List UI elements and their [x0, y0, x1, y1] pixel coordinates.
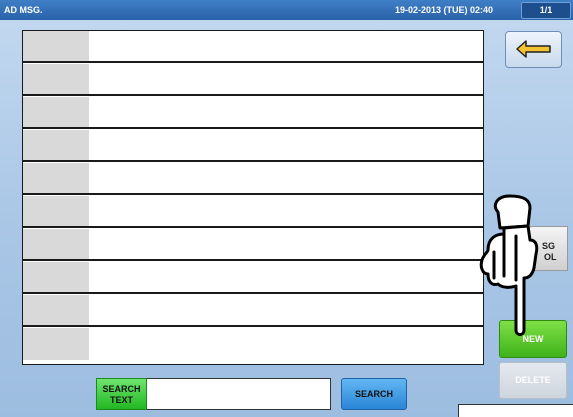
list-row[interactable] — [23, 262, 483, 294]
page-indicator: 1/1 — [521, 2, 571, 19]
list-row[interactable] — [23, 64, 483, 96]
list-row[interactable] — [23, 97, 483, 129]
row-code-cell — [23, 31, 89, 61]
list-row[interactable] — [23, 130, 483, 162]
message-list — [22, 30, 484, 365]
list-row[interactable] — [23, 196, 483, 228]
row-code-cell — [23, 328, 89, 360]
row-text-cell — [89, 163, 483, 193]
row-code-cell — [23, 196, 89, 226]
corner-box — [458, 404, 573, 417]
search-text-label: SEARCH TEXT — [96, 378, 147, 410]
title-bar: AD MSG. 19-02-2013 (TUE) 02:40 1/1 — [0, 0, 573, 20]
list-row[interactable] — [23, 328, 483, 360]
list-row[interactable] — [23, 229, 483, 261]
back-button[interactable] — [505, 31, 562, 68]
row-text-cell — [89, 97, 483, 127]
search-label-line-2: TEXT — [109, 395, 133, 405]
row-text-cell — [89, 328, 483, 360]
search-input[interactable] — [147, 378, 331, 410]
new-button[interactable]: NEW — [499, 320, 567, 358]
partial-button-label-1: SG — [542, 241, 556, 251]
row-text-cell — [89, 295, 483, 325]
list-row[interactable] — [23, 31, 483, 63]
row-text-cell — [89, 130, 483, 160]
row-code-cell — [23, 97, 89, 127]
screen: AD MSG. 19-02-2013 (TUE) 02:40 1/1 SG OL… — [0, 0, 573, 417]
row-code-cell — [23, 262, 89, 292]
list-row[interactable] — [23, 295, 483, 327]
row-code-cell — [23, 130, 89, 160]
row-text-cell — [89, 262, 483, 292]
delete-button[interactable]: DELETE — [499, 362, 567, 399]
row-code-cell — [23, 295, 89, 325]
search-button[interactable]: SEARCH — [341, 378, 407, 410]
row-text-cell — [89, 229, 483, 259]
row-code-cell — [23, 229, 89, 259]
search-label-line-1: SEARCH — [102, 384, 141, 394]
row-text-cell — [89, 196, 483, 226]
list-row[interactable] — [23, 163, 483, 195]
row-text-cell — [89, 64, 483, 94]
partial-button-label-2: OL — [544, 252, 557, 262]
date-time: 19-02-2013 (TUE) 02:40 — [395, 5, 494, 15]
partial-button[interactable]: SG OL — [528, 226, 568, 271]
row-text-cell — [89, 31, 483, 61]
row-code-cell — [23, 163, 89, 193]
row-code-cell — [23, 64, 89, 94]
return-arrow-icon — [516, 40, 551, 58]
screen-title: AD MSG. — [4, 5, 43, 15]
